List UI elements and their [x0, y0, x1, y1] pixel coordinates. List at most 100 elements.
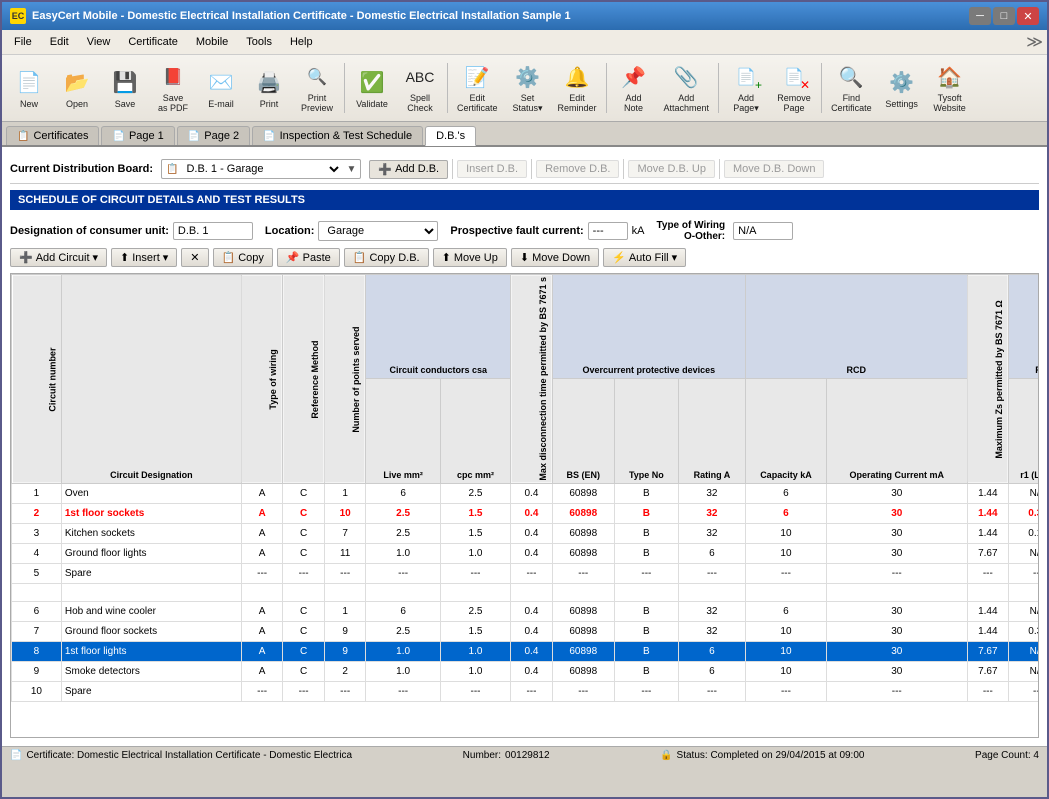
add-db-button[interactable]: ➕ Add D.B.: [369, 160, 448, 179]
location-item: Location: Garage: [265, 221, 439, 241]
menu-mobile[interactable]: Mobile: [188, 34, 236, 50]
fault-item: Prospective fault current: kA: [450, 222, 644, 240]
table-row[interactable]: [12, 583, 1040, 601]
spell-check-button[interactable]: ABC Spell Check: [397, 59, 443, 117]
fault-label: Prospective fault current:: [450, 225, 583, 237]
paste-label: Paste: [303, 252, 331, 264]
add-attachment-button[interactable]: 📎 Add Attachment: [659, 59, 715, 117]
menu-help[interactable]: Help: [282, 34, 321, 50]
table-row[interactable]: 7Ground floor socketsAC92.51.50.460898B3…: [12, 621, 1040, 641]
insert-db-button: Insert D.B.: [457, 160, 527, 178]
insert-button[interactable]: ⬆ Insert ▾: [111, 248, 177, 267]
tysoft-website-button[interactable]: 🏠 Tysoft Website: [927, 59, 973, 117]
tab-page1[interactable]: 📄 Page 1: [101, 126, 174, 145]
menu-bar: File Edit View Certificate Mobile Tools …: [2, 30, 1047, 55]
table-row[interactable]: 5Spare----------------------------------…: [12, 563, 1040, 583]
remove-page-icon: 📄✕: [778, 62, 810, 92]
table-row[interactable]: 9Smoke detectorsAC21.01.00.460898B610307…: [12, 661, 1040, 681]
auto-fill-icon: ⚡: [612, 251, 626, 264]
remove-db-button: Remove D.B.: [536, 160, 619, 178]
schedule-header: SCHEDULE OF CIRCUIT DETAILS AND TEST RES…: [10, 190, 1039, 210]
menu-certificate[interactable]: Certificate: [120, 34, 186, 50]
close-button[interactable]: ✕: [1017, 7, 1039, 25]
menu-tools[interactable]: Tools: [238, 34, 280, 50]
location-select[interactable]: Garage: [318, 221, 438, 241]
table-row[interactable]: 81st floor lightsAC91.01.00.460898B61030…: [12, 641, 1040, 661]
tab-page2[interactable]: 📄 Page 2: [177, 126, 250, 145]
fault-input[interactable]: [588, 222, 628, 240]
paste-button[interactable]: 📌 Paste: [277, 248, 340, 267]
page1-tab-label: Page 1: [129, 130, 164, 142]
table-row[interactable]: 21st floor socketsAC102.51.50.460898B326…: [12, 503, 1040, 523]
certificate-status-item: 📄 Certificate: Domestic Electrical Insta…: [10, 750, 352, 761]
remove-page-button[interactable]: 📄✕ Remove Page: [771, 59, 817, 117]
db-sep-3: [623, 159, 624, 179]
delete-button[interactable]: ✕: [181, 248, 208, 267]
tab-dbs[interactable]: D.B.'s: [425, 126, 476, 146]
wiring-input[interactable]: [733, 222, 793, 240]
col-group-ring: Ring (meas: [1009, 275, 1039, 379]
find-certificate-button[interactable]: 🔍 Find Certificate: [826, 59, 877, 117]
expand-icon[interactable]: ≫: [1026, 32, 1043, 52]
add-note-label: Add Note: [624, 94, 643, 114]
page-count-text: Page Count: 4: [975, 750, 1039, 761]
certificates-tab-label: Certificates: [33, 130, 88, 142]
certificates-tab-icon: 📋: [17, 131, 29, 142]
toolbar-sep-2: [447, 63, 448, 113]
validate-icon: ✅: [356, 66, 388, 98]
tab-inspection[interactable]: 📄 Inspection & Test Schedule: [252, 126, 423, 145]
copy-db-icon: 📋: [353, 251, 367, 264]
print-preview-button[interactable]: 🔍 Print Preview: [294, 59, 340, 117]
db-select-icon: 📋: [166, 164, 178, 175]
designation-input[interactable]: [173, 222, 253, 240]
save-as-pdf-button[interactable]: 📕 Save as PDF: [150, 59, 196, 117]
remove-db-label: Remove D.B.: [545, 163, 610, 175]
validate-button[interactable]: ✅ Validate: [349, 59, 395, 117]
col-maxdisc: Max disconnection time permitted by BS 7…: [511, 275, 553, 484]
tab-certificates[interactable]: 📋 Certificates: [6, 126, 99, 145]
db-select-wrap[interactable]: 📋 D.B. 1 - Garage ▼: [161, 159, 361, 179]
find-certificate-icon: 🔍: [835, 62, 867, 92]
validate-label: Validate: [356, 100, 388, 110]
db-sep-2: [531, 159, 532, 179]
menu-view[interactable]: View: [79, 34, 119, 50]
save-button[interactable]: 💾 Save: [102, 59, 148, 117]
toolbar-sep-3: [606, 63, 607, 113]
location-label: Location:: [265, 225, 315, 237]
open-label: Open: [66, 100, 88, 110]
move-up-button[interactable]: ⬆ Move Up: [433, 248, 507, 267]
add-circuit-button[interactable]: ➕ Add Circuit ▾: [10, 248, 107, 267]
add-note-button[interactable]: 📌 Add Note: [611, 59, 657, 117]
print-button[interactable]: 🖨️ Print: [246, 59, 292, 117]
table-row[interactable]: 3Kitchen socketsAC72.51.50.460898B321030…: [12, 523, 1040, 543]
schedule-header-text: SCHEDULE OF CIRCUIT DETAILS AND TEST RES…: [18, 194, 305, 206]
open-button[interactable]: 📂 Open: [54, 59, 100, 117]
auto-fill-button[interactable]: ⚡ Auto Fill ▾: [603, 248, 686, 267]
table-row[interactable]: 6Hob and wine coolerAC162.50.460898B3263…: [12, 601, 1040, 621]
menu-edit[interactable]: Edit: [42, 34, 77, 50]
fault-unit: kA: [632, 225, 645, 237]
circuit-table-wrapper[interactable]: Circuit number Circuit Designation Type …: [10, 273, 1039, 738]
move-down-button[interactable]: ⬇ Move Down: [511, 248, 599, 267]
set-status-icon: ⚙️: [512, 62, 544, 92]
table-row[interactable]: 4Ground floor lightsAC111.01.00.460898B6…: [12, 543, 1040, 563]
edit-certificate-button[interactable]: 📝 Edit Certificate: [452, 59, 503, 117]
new-button[interactable]: 📄 New: [6, 59, 52, 117]
page1-tab-icon: 📄: [112, 131, 124, 142]
move-db-up-button: Move D.B. Up: [628, 160, 714, 178]
copy-button[interactable]: 📋 Copy: [213, 248, 273, 267]
email-button[interactable]: ✉️ E-mail: [198, 59, 244, 117]
settings-button[interactable]: ⚙️ Settings: [879, 59, 925, 117]
table-row[interactable]: 10Spare---------------------------------…: [12, 681, 1040, 701]
copy-db-button[interactable]: 📋 Copy D.B.: [344, 248, 429, 267]
col-live: Live mm²: [366, 379, 440, 483]
add-page-button[interactable]: 📄+ Add Page▾: [723, 59, 769, 117]
menu-file[interactable]: File: [6, 34, 40, 50]
table-row[interactable]: 1OvenAC162.50.460898B326301.44N/A: [12, 483, 1040, 503]
db-select[interactable]: D.B. 1 - Garage: [182, 162, 342, 176]
edit-reminder-button[interactable]: 🔔 Edit Reminder: [553, 59, 602, 117]
minimize-button[interactable]: ─: [969, 7, 991, 25]
set-status-button[interactable]: ⚙️ Set Status▾: [505, 59, 551, 117]
tysoft-website-label: Tysoft Website: [933, 94, 965, 114]
maximize-button[interactable]: □: [993, 7, 1015, 25]
